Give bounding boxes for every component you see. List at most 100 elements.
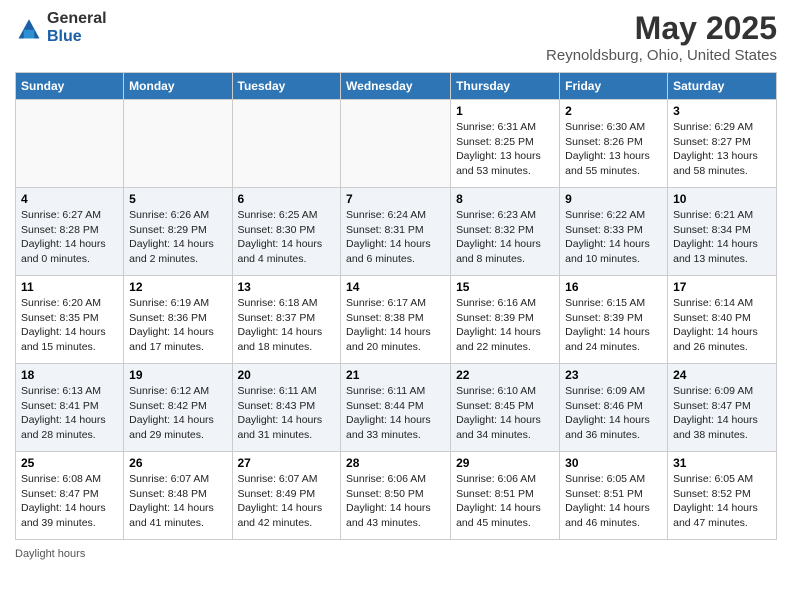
calendar-cell: 20 Sunrise: 6:11 AM Sunset: 8:43 PM Dayli… bbox=[232, 364, 341, 452]
day-info: Sunrise: 6:26 AM Sunset: 8:29 PM Dayligh… bbox=[129, 208, 226, 267]
day-number: 16 bbox=[565, 280, 662, 294]
day-info: Sunrise: 6:19 AM Sunset: 8:36 PM Dayligh… bbox=[129, 296, 226, 355]
calendar-cell: 7 Sunrise: 6:24 AM Sunset: 8:31 PM Daylig… bbox=[341, 188, 451, 276]
calendar-cell: 15 Sunrise: 6:16 AM Sunset: 8:39 PM Dayli… bbox=[451, 276, 560, 364]
calendar-cell: 11Sunrise: 6:20 AM Sunset: 8:35 PM Dayli… bbox=[16, 276, 124, 364]
calendar-cell: 14 Sunrise: 6:17 AM Sunset: 8:38 PM Dayli… bbox=[341, 276, 451, 364]
header-day-wednesday: Wednesday bbox=[341, 73, 451, 100]
day-number: 13 bbox=[238, 280, 336, 294]
day-info: Sunrise: 6:10 AM Sunset: 8:45 PM Dayligh… bbox=[456, 384, 554, 443]
calendar-cell bbox=[232, 100, 341, 188]
day-number: 30 bbox=[565, 456, 662, 470]
calendar-cell: 3 Sunrise: 6:29 AM Sunset: 8:27 PM Daylig… bbox=[668, 100, 777, 188]
day-info: Sunrise: 6:17 AM Sunset: 8:38 PM Dayligh… bbox=[346, 296, 445, 355]
main-title: May 2025 bbox=[546, 10, 777, 47]
day-info: Sunrise: 6:08 AM Sunset: 8:47 PM Dayligh… bbox=[21, 472, 118, 531]
calendar-cell bbox=[341, 100, 451, 188]
day-number: 17 bbox=[673, 280, 771, 294]
day-info: Sunrise: 6:07 AM Sunset: 8:49 PM Dayligh… bbox=[238, 472, 336, 531]
footer: Daylight hours bbox=[15, 548, 777, 560]
calendar-cell: 21 Sunrise: 6:11 AM Sunset: 8:44 PM Dayli… bbox=[341, 364, 451, 452]
day-number: 4 bbox=[21, 192, 118, 206]
header-day-thursday: Thursday bbox=[451, 73, 560, 100]
calendar-cell: 13 Sunrise: 6:18 AM Sunset: 8:37 PM Dayli… bbox=[232, 276, 341, 364]
header-day-saturday: Saturday bbox=[668, 73, 777, 100]
calendar-cell: 24Sunrise: 6:09 AM Sunset: 8:47 PM Dayli… bbox=[668, 364, 777, 452]
day-info: Sunrise: 6:16 AM Sunset: 8:39 PM Dayligh… bbox=[456, 296, 554, 355]
calendar-cell: 29 Sunrise: 6:06 AM Sunset: 8:51 PM Dayli… bbox=[451, 452, 560, 540]
logo: General Blue bbox=[15, 10, 107, 45]
daylight-label: Daylight hours bbox=[15, 548, 85, 560]
calendar-cell: 4 Sunrise: 6:27 AM Sunset: 8:28 PM Daylig… bbox=[16, 188, 124, 276]
day-info: Sunrise: 6:05 AM Sunset: 8:51 PM Dayligh… bbox=[565, 472, 662, 531]
calendar-week-2: 4 Sunrise: 6:27 AM Sunset: 8:28 PM Daylig… bbox=[16, 188, 777, 276]
day-number: 29 bbox=[456, 456, 554, 470]
day-number: 7 bbox=[346, 192, 445, 206]
calendar-cell bbox=[16, 100, 124, 188]
day-info: Sunrise: 6:27 AM Sunset: 8:28 PM Dayligh… bbox=[21, 208, 118, 267]
calendar-cell: 25 Sunrise: 6:08 AM Sunset: 8:47 PM Dayli… bbox=[16, 452, 124, 540]
day-number: 8 bbox=[456, 192, 554, 206]
day-info: Sunrise: 6:22 AM Sunset: 8:33 PM Dayligh… bbox=[565, 208, 662, 267]
day-number: 26 bbox=[129, 456, 226, 470]
day-number: 9 bbox=[565, 192, 662, 206]
day-info: Sunrise: 6:21 AM Sunset: 8:34 PM Dayligh… bbox=[673, 208, 771, 267]
calendar-week-5: 25 Sunrise: 6:08 AM Sunset: 8:47 PM Dayli… bbox=[16, 452, 777, 540]
day-info: Sunrise: 6:18 AM Sunset: 8:37 PM Dayligh… bbox=[238, 296, 336, 355]
calendar-cell: 30 Sunrise: 6:05 AM Sunset: 8:51 PM Dayli… bbox=[560, 452, 668, 540]
calendar-cell: 6Sunrise: 6:25 AM Sunset: 8:30 PM Daylig… bbox=[232, 188, 341, 276]
calendar-cell: 10 Sunrise: 6:21 AM Sunset: 8:34 PM Dayli… bbox=[668, 188, 777, 276]
logo-general-text: General bbox=[47, 10, 107, 28]
header-day-monday: Monday bbox=[124, 73, 232, 100]
calendar-cell: 18Sunrise: 6:13 AM Sunset: 8:41 PM Dayli… bbox=[16, 364, 124, 452]
title-area: May 2025 Reynoldsburg, Ohio, United Stat… bbox=[546, 10, 777, 64]
calendar-cell: 23Sunrise: 6:09 AM Sunset: 8:46 PM Dayli… bbox=[560, 364, 668, 452]
day-number: 25 bbox=[21, 456, 118, 470]
day-info: Sunrise: 6:07 AM Sunset: 8:48 PM Dayligh… bbox=[129, 472, 226, 531]
day-number: 2 bbox=[565, 104, 662, 118]
calendar-cell: 26 Sunrise: 6:07 AM Sunset: 8:48 PM Dayli… bbox=[124, 452, 232, 540]
day-number: 21 bbox=[346, 368, 445, 382]
calendar-cell: 5 Sunrise: 6:26 AM Sunset: 8:29 PM Daylig… bbox=[124, 188, 232, 276]
day-info: Sunrise: 6:11 AM Sunset: 8:44 PM Dayligh… bbox=[346, 384, 445, 443]
day-number: 10 bbox=[673, 192, 771, 206]
day-number: 24 bbox=[673, 368, 771, 382]
day-info: Sunrise: 6:15 AM Sunset: 8:39 PM Dayligh… bbox=[565, 296, 662, 355]
day-number: 31 bbox=[673, 456, 771, 470]
day-number: 5 bbox=[129, 192, 226, 206]
day-number: 1 bbox=[456, 104, 554, 118]
logo-blue-text: Blue bbox=[47, 28, 107, 46]
day-number: 28 bbox=[346, 456, 445, 470]
calendar-cell: 22 Sunrise: 6:10 AM Sunset: 8:45 PM Dayli… bbox=[451, 364, 560, 452]
day-info: Sunrise: 6:06 AM Sunset: 8:51 PM Dayligh… bbox=[456, 472, 554, 531]
day-number: 22 bbox=[456, 368, 554, 382]
day-number: 20 bbox=[238, 368, 336, 382]
day-info: Sunrise: 6:11 AM Sunset: 8:43 PM Dayligh… bbox=[238, 384, 336, 443]
day-info: Sunrise: 6:23 AM Sunset: 8:32 PM Dayligh… bbox=[456, 208, 554, 267]
day-number: 6 bbox=[238, 192, 336, 206]
day-number: 3 bbox=[673, 104, 771, 118]
calendar-week-1: 1Sunrise: 6:31 AM Sunset: 8:25 PM Daylig… bbox=[16, 100, 777, 188]
calendar-cell bbox=[124, 100, 232, 188]
header-area: General Blue May 2025 Reynoldsburg, Ohio… bbox=[15, 10, 777, 64]
day-number: 27 bbox=[238, 456, 336, 470]
day-info: Sunrise: 6:20 AM Sunset: 8:35 PM Dayligh… bbox=[21, 296, 118, 355]
day-info: Sunrise: 6:24 AM Sunset: 8:31 PM Dayligh… bbox=[346, 208, 445, 267]
calendar-cell: 31Sunrise: 6:05 AM Sunset: 8:52 PM Dayli… bbox=[668, 452, 777, 540]
day-number: 23 bbox=[565, 368, 662, 382]
calendar-week-4: 18Sunrise: 6:13 AM Sunset: 8:41 PM Dayli… bbox=[16, 364, 777, 452]
calendar-cell: 27 Sunrise: 6:07 AM Sunset: 8:49 PM Dayli… bbox=[232, 452, 341, 540]
calendar-cell: 19Sunrise: 6:12 AM Sunset: 8:42 PM Dayli… bbox=[124, 364, 232, 452]
day-info: Sunrise: 6:06 AM Sunset: 8:50 PM Dayligh… bbox=[346, 472, 445, 531]
calendar-cell: 1Sunrise: 6:31 AM Sunset: 8:25 PM Daylig… bbox=[451, 100, 560, 188]
header-day-sunday: Sunday bbox=[16, 73, 124, 100]
day-number: 14 bbox=[346, 280, 445, 294]
logo-icon bbox=[15, 14, 43, 42]
day-number: 18 bbox=[21, 368, 118, 382]
calendar-cell: 12Sunrise: 6:19 AM Sunset: 8:36 PM Dayli… bbox=[124, 276, 232, 364]
day-info: Sunrise: 6:29 AM Sunset: 8:27 PM Dayligh… bbox=[673, 120, 771, 179]
header-day-tuesday: Tuesday bbox=[232, 73, 341, 100]
day-number: 15 bbox=[456, 280, 554, 294]
calendar-table: SundayMondayTuesdayWednesdayThursdayFrid… bbox=[15, 72, 777, 540]
calendar-cell: 8 Sunrise: 6:23 AM Sunset: 8:32 PM Daylig… bbox=[451, 188, 560, 276]
